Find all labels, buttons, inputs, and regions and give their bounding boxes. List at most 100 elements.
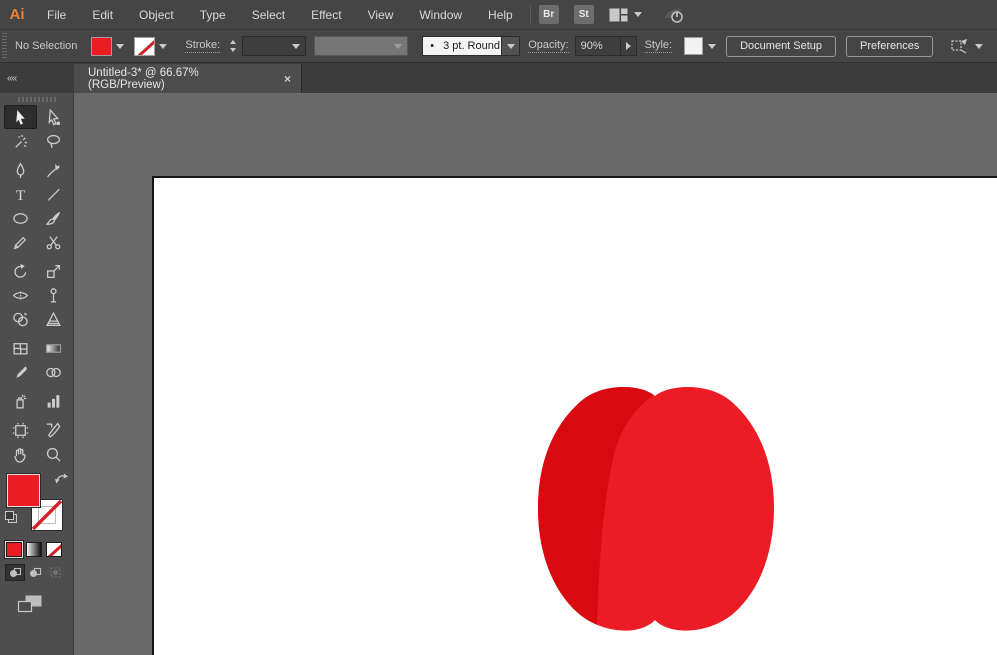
symbol-sprayer-tool[interactable] [4,389,37,413]
chevron-down-icon[interactable] [708,43,717,49]
cs-live-button[interactable] [660,6,686,24]
free-transform-tool[interactable] [37,283,70,307]
type-tool[interactable]: T [4,182,37,206]
ellipse-icon [12,212,28,224]
mesh-tool[interactable] [4,336,37,360]
direct-selection-tool[interactable] [37,105,70,129]
swap-fill-stroke-icon[interactable] [54,472,69,485]
fill-color-swatch[interactable] [91,36,113,56]
menu-effect[interactable]: Effect [298,8,354,22]
magic-wand-tool[interactable] [4,129,37,153]
stepper-up-icon[interactable] [230,40,237,44]
scale-tool[interactable] [37,259,70,283]
style-label[interactable]: Style: [644,39,673,53]
gradient-button[interactable] [26,542,42,557]
rotate-tool[interactable] [4,259,37,283]
bridge-button[interactable]: Br [538,5,559,24]
brush-definition-value[interactable]: • 3 pt. Round [422,36,503,56]
eyedropper-tool[interactable] [4,360,37,384]
artboard[interactable] [152,176,997,655]
draw-behind-button[interactable] [25,564,45,581]
menu-object[interactable]: Object [126,8,187,22]
slice-tool[interactable] [37,418,70,442]
menubar-divider [529,5,531,24]
lasso-tool[interactable] [37,129,70,153]
apple-artwork[interactable] [538,382,774,634]
lasso-icon [46,134,60,148]
chevron-down-icon[interactable] [159,43,168,49]
zoom-tool[interactable] [37,442,70,466]
menu-view[interactable]: View [355,8,407,22]
menu-type[interactable]: Type [187,8,239,22]
pencil-icon [13,236,26,249]
brush-definition-control[interactable]: • 3 pt. Round [422,36,521,56]
brush-dropdown-button[interactable] [502,36,521,56]
graphic-style-swatch[interactable] [684,37,704,55]
zoom-icon [46,447,61,462]
stroke-weight-stepper[interactable] [226,40,240,52]
menu-window[interactable]: Window [406,8,475,22]
curvature-pen-icon [46,163,60,177]
perspective-grid-tool[interactable] [37,307,70,331]
menu-file[interactable]: File [34,8,79,22]
stroke-none-swatch[interactable] [134,36,156,56]
tools-panel-grip[interactable] [17,97,56,102]
fill-indicator[interactable] [6,473,41,508]
fill-color-control[interactable] [91,36,125,56]
ellipse-tool[interactable] [4,206,37,230]
collapse-chevrons-icon2: « [11,72,17,84]
document-tab[interactable]: Untitled-3* @ 66.67% (RGB/Preview) × [74,64,302,93]
selection-tool[interactable] [3,105,37,129]
scissors-tool[interactable] [37,230,70,254]
preferences-button[interactable]: Preferences [846,35,934,57]
column-graph-tool[interactable] [37,389,70,413]
tab-close-icon[interactable]: × [284,72,291,86]
hand-tool[interactable] [4,442,37,466]
paintbrush-tool[interactable] [37,206,70,230]
none-button[interactable] [46,542,62,557]
document-setup-button[interactable]: Document Setup [726,35,837,57]
opacity-input[interactable]: 90% [574,36,621,56]
menu-select[interactable]: Select [239,8,298,22]
pen-tool[interactable] [4,158,37,182]
line-segment-icon [47,188,60,201]
opacity-expand-button[interactable] [620,36,637,56]
gradient-tool[interactable] [37,336,70,360]
menu-help[interactable]: Help [475,8,526,22]
menu-edit[interactable]: Edit [79,8,126,22]
blend-tool[interactable] [37,360,70,384]
menu-bar: Ai File Edit Object Type Select Effect View Win… [0,0,997,30]
illustrator-window: Ai File Edit Object Type Select Effect View Win… [0,0,997,655]
draw-normal-button[interactable] [5,564,25,581]
stroke-weight-label[interactable]: Stroke: [185,39,221,53]
screen-mode-button[interactable] [17,594,73,619]
cs-live-icon [663,8,683,23]
type-icon: T [15,187,24,202]
style-panel-button[interactable]: St [573,5,594,24]
chevron-down-icon [394,43,403,49]
stepper-down-icon[interactable] [230,48,237,52]
opacity-label[interactable]: Opacity: [528,39,569,53]
selection-icon [15,109,25,125]
workspace-switcher[interactable] [609,8,642,22]
shape-builder-tool[interactable] [4,307,37,331]
canvas-pasteboard[interactable] [74,93,997,655]
hand-icon [13,447,26,463]
transform-options[interactable] [949,38,984,55]
default-fill-stroke-icon[interactable] [4,510,18,524]
color-button[interactable] [6,542,22,557]
column-graph-icon [47,394,59,408]
artboard-tool[interactable] [4,418,37,442]
line-segment-tool[interactable] [37,182,70,206]
gradient-icon [45,343,61,353]
control-panel: No Selection Stroke: • 3 pt. Round Opaci… [0,30,997,63]
pencil-tool[interactable] [4,230,37,254]
brush-name: 3 pt. Round [443,40,500,52]
curvature-pen-tool[interactable] [37,158,70,182]
chevron-down-icon[interactable] [116,43,125,49]
stroke-weight-dropdown[interactable] [242,36,307,56]
stroke-color-control[interactable] [134,36,168,56]
width-tool[interactable] [4,283,37,307]
panel-grip[interactable] [2,33,7,59]
toolbar-collapse-button[interactable]: «« [0,63,74,93]
